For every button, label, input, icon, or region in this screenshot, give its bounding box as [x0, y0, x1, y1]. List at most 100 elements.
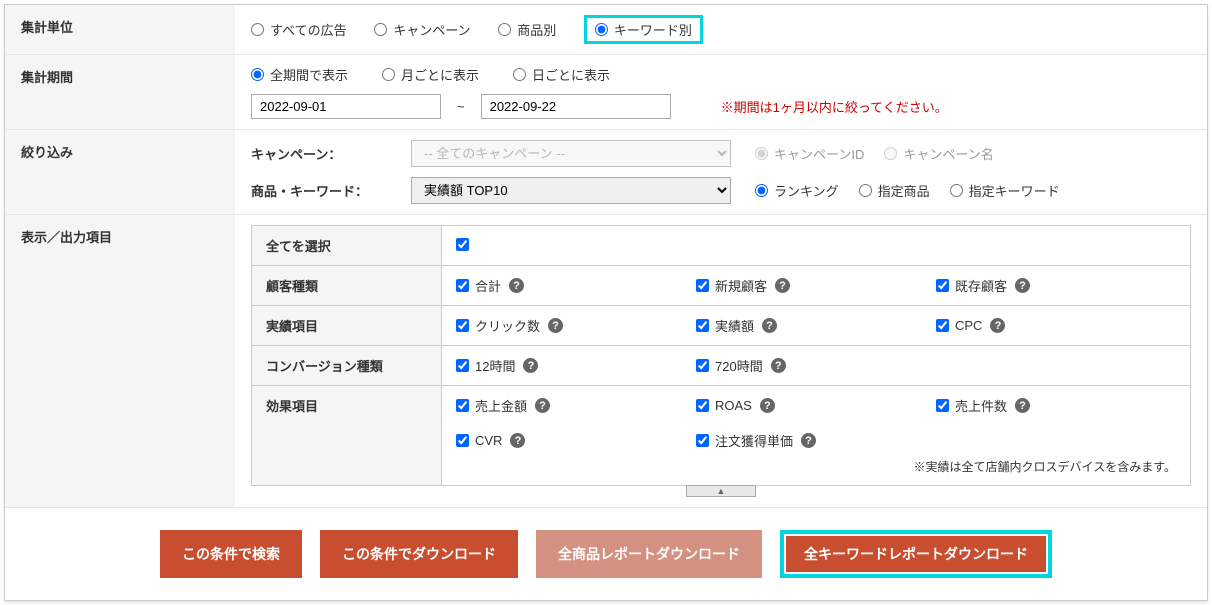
keyword-select[interactable]: 実績額 TOP10: [411, 177, 731, 204]
checkbox-cpc[interactable]: [936, 319, 949, 332]
radio-by-product-label: 商品別: [517, 20, 556, 39]
checkbox-new-customer[interactable]: [696, 279, 709, 292]
help-icon[interactable]: ?: [523, 358, 538, 373]
radio-ranking-label: ランキング: [774, 181, 839, 200]
check-clicks[interactable]: クリック数 ?: [456, 316, 696, 335]
check-cpc-label: CPC: [955, 318, 982, 333]
check-existing-customer[interactable]: 既存顧客 ?: [936, 276, 1176, 295]
check-total[interactable]: 合計 ?: [456, 276, 696, 295]
all-products-report-button[interactable]: 全商品レポートダウンロード: [536, 530, 762, 578]
date-to-input[interactable]: [481, 94, 671, 119]
radio-all-ads[interactable]: すべての広告: [251, 20, 347, 39]
highlight-all-keywords: 全キーワードレポートダウンロード: [780, 530, 1052, 578]
radio-all-ads-input[interactable]: [251, 23, 264, 36]
checkbox-12h[interactable]: [456, 359, 469, 372]
check-sales-label: 売上金額: [475, 396, 527, 415]
check-total-label: 合計: [475, 276, 501, 295]
help-icon[interactable]: ?: [509, 278, 524, 293]
radio-specified-keyword-input[interactable]: [950, 184, 963, 197]
radio-ranking[interactable]: ランキング: [755, 181, 839, 200]
checkbox-sales[interactable]: [456, 399, 469, 412]
radio-campaign-name: キャンペーン名: [884, 144, 993, 163]
radio-period-daily[interactable]: 日ごとに表示: [513, 65, 610, 84]
radio-ranking-input[interactable]: [755, 184, 768, 197]
search-button[interactable]: この条件で検索: [160, 530, 302, 578]
check-720h[interactable]: 720時間 ?: [696, 356, 936, 375]
radio-campaign-label: キャンペーン: [393, 20, 470, 39]
help-icon[interactable]: ?: [510, 433, 525, 448]
product-keyword-label: 商品・キーワード：: [251, 181, 401, 200]
radio-campaign-id: キャンペーンID: [755, 144, 864, 163]
output-note: ※実績は全て店舗内クロスデバイスを含みます。: [456, 458, 1176, 475]
collapse-handle[interactable]: ▲: [686, 485, 756, 497]
check-cpc[interactable]: CPC ?: [936, 316, 1176, 335]
help-icon[interactable]: ?: [535, 398, 550, 413]
radio-campaign[interactable]: キャンペーン: [374, 20, 470, 39]
help-icon[interactable]: ?: [1015, 398, 1030, 413]
row-header-output: 表示／出力項目: [5, 215, 235, 508]
period-warning: ※期間は1ヶ月以内に絞ってください。: [721, 97, 948, 116]
check-order-unit-price[interactable]: 注文獲得単価 ?: [696, 431, 936, 450]
help-icon[interactable]: ?: [1015, 278, 1030, 293]
radio-specified-product-input[interactable]: [859, 184, 872, 197]
check-sales[interactable]: 売上金額 ?: [456, 396, 696, 415]
all-keywords-report-button[interactable]: 全キーワードレポートダウンロード: [786, 536, 1046, 572]
radio-period-monthly-label: 月ごとに表示: [401, 65, 479, 84]
check-cvr[interactable]: CVR ?: [456, 431, 696, 450]
help-icon[interactable]: ?: [760, 398, 775, 413]
row-header-unit: 集計単位: [5, 5, 235, 55]
check-sales-count[interactable]: 売上件数 ?: [936, 396, 1176, 415]
campaign-label: キャンペーン：: [251, 144, 401, 163]
help-icon[interactable]: ?: [990, 318, 1005, 333]
radio-specified-product[interactable]: 指定商品: [859, 181, 930, 200]
radio-specified-product-label: 指定商品: [878, 181, 930, 200]
date-from-input[interactable]: [251, 94, 441, 119]
check-sales-count-label: 売上件数: [955, 396, 1007, 415]
radio-period-daily-input[interactable]: [513, 68, 526, 81]
radio-period-daily-label: 日ごとに表示: [532, 65, 610, 84]
download-button[interactable]: この条件でダウンロード: [320, 530, 518, 578]
checkbox-cvr[interactable]: [456, 434, 469, 447]
help-icon[interactable]: ?: [771, 358, 786, 373]
radio-by-product-input[interactable]: [498, 23, 511, 36]
radio-campaign-id-label: キャンペーンID: [774, 144, 864, 163]
checkbox-total[interactable]: [456, 279, 469, 292]
checkbox-720h[interactable]: [696, 359, 709, 372]
radio-period-monthly-input[interactable]: [382, 68, 395, 81]
radio-period-monthly[interactable]: 月ごとに表示: [382, 65, 479, 84]
checkbox-roas[interactable]: [696, 399, 709, 412]
radio-by-keyword-input[interactable]: [595, 23, 608, 36]
row-header-period: 集計期間: [5, 55, 235, 130]
help-icon[interactable]: ?: [762, 318, 777, 333]
check-order-unit-price-label: 注文獲得単価: [715, 431, 793, 450]
radio-period-all[interactable]: 全期間で表示: [251, 65, 348, 84]
check-clicks-label: クリック数: [475, 316, 540, 335]
checkbox-order-unit-price[interactable]: [696, 434, 709, 447]
check-12h[interactable]: 12時間 ?: [456, 356, 696, 375]
help-icon[interactable]: ?: [548, 318, 563, 333]
highlight-keyword-radio: キーワード別: [584, 15, 703, 44]
radio-period-all-input[interactable]: [251, 68, 264, 81]
checkbox-sales-count[interactable]: [936, 399, 949, 412]
checkbox-existing-customer[interactable]: [936, 279, 949, 292]
check-roas[interactable]: ROAS ?: [696, 396, 936, 415]
date-tilde: ~: [457, 99, 465, 114]
check-amount[interactable]: 実績額 ?: [696, 316, 936, 335]
checkbox-clicks[interactable]: [456, 319, 469, 332]
help-icon[interactable]: ?: [775, 278, 790, 293]
check-amount-label: 実績額: [715, 316, 754, 335]
check-roas-label: ROAS: [715, 398, 752, 413]
radio-specified-keyword-label: 指定キーワード: [969, 181, 1060, 200]
radio-campaign-name-label: キャンペーン名: [903, 144, 993, 163]
radio-period-all-label: 全期間で表示: [270, 65, 348, 84]
checkbox-select-all[interactable]: [456, 238, 469, 251]
radio-campaign-name-input: [884, 147, 897, 160]
checkbox-amount[interactable]: [696, 319, 709, 332]
radio-by-product[interactable]: 商品別: [498, 20, 556, 39]
radio-specified-keyword[interactable]: 指定キーワード: [950, 181, 1060, 200]
help-icon[interactable]: ?: [801, 433, 816, 448]
radio-campaign-input[interactable]: [374, 23, 387, 36]
radio-by-keyword[interactable]: キーワード別: [595, 20, 692, 39]
check-new-customer[interactable]: 新規顧客 ?: [696, 276, 936, 295]
check-12h-label: 12時間: [475, 356, 515, 375]
